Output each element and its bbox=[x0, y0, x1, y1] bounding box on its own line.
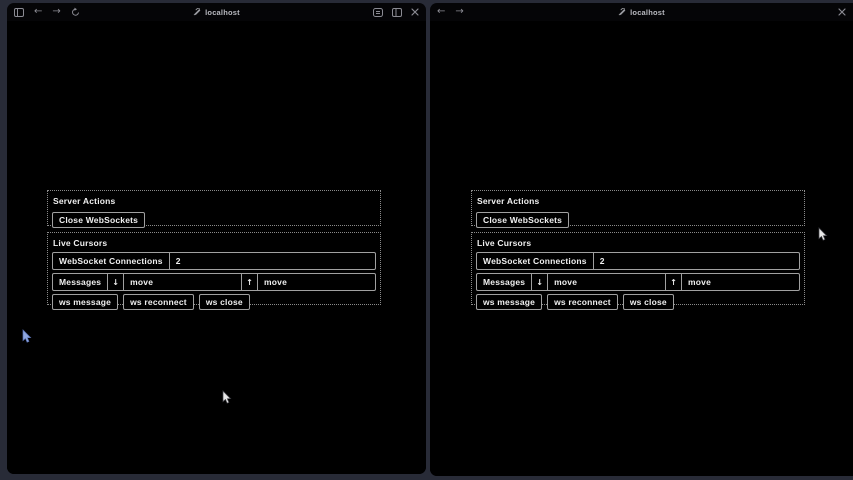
toolbar-left-group: ← → bbox=[14, 7, 80, 17]
close-icon[interactable] bbox=[411, 8, 419, 16]
incoming-message-value: move bbox=[681, 274, 799, 290]
split-view-icon[interactable] bbox=[392, 8, 402, 17]
messages-row: Messages ↓ move ↑ move bbox=[52, 273, 376, 291]
server-actions-title: Server Actions bbox=[477, 196, 800, 206]
outgoing-message-value: move bbox=[547, 274, 665, 290]
live-cursors-title: Live Cursors bbox=[477, 238, 800, 248]
server-actions-panel: Server Actions Close WebSockets bbox=[471, 190, 805, 226]
page-content: Server Actions Close WebSockets Live Cur… bbox=[430, 21, 853, 476]
outgoing-arrow-icon: ↓ bbox=[107, 274, 123, 290]
ws-reconnect-button[interactable]: ws reconnect bbox=[547, 294, 618, 310]
connections-row: WebSocket Connections 2 bbox=[476, 252, 800, 270]
reader-icon[interactable] bbox=[373, 8, 383, 17]
ws-message-button[interactable]: ws message bbox=[52, 294, 118, 310]
messages-label: Messages bbox=[477, 274, 531, 290]
toolbar-right-group bbox=[373, 8, 419, 17]
desktop: ← → localhost bbox=[0, 0, 853, 480]
messages-row: Messages ↓ move ↑ move bbox=[476, 273, 800, 291]
browser-window-right: ← → localhost Server Actions Close WebSo… bbox=[430, 3, 853, 476]
incoming-arrow-icon: ↑ bbox=[665, 274, 681, 290]
close-icon[interactable] bbox=[838, 8, 846, 16]
connections-row: WebSocket Connections 2 bbox=[52, 252, 376, 270]
close-websockets-button[interactable]: Close WebSockets bbox=[52, 212, 145, 228]
ws-close-button[interactable]: ws close bbox=[623, 294, 674, 310]
server-actions-title: Server Actions bbox=[53, 196, 376, 206]
outgoing-message-value: move bbox=[123, 274, 241, 290]
messages-label: Messages bbox=[53, 274, 107, 290]
forward-icon[interactable]: → bbox=[455, 7, 463, 17]
url-text: localhost bbox=[630, 8, 665, 17]
ws-button-row: ws message ws reconnect ws close bbox=[476, 294, 800, 310]
page-content: Server Actions Close WebSockets Live Cur… bbox=[7, 21, 426, 474]
ws-message-button[interactable]: ws message bbox=[476, 294, 542, 310]
address-bar[interactable]: localhost bbox=[430, 3, 853, 21]
connections-value: 2 bbox=[593, 253, 799, 269]
link-icon bbox=[618, 8, 626, 16]
outgoing-arrow-icon: ↓ bbox=[531, 274, 547, 290]
browser-toolbar: ← → localhost bbox=[430, 3, 853, 21]
close-websockets-button[interactable]: Close WebSockets bbox=[476, 212, 569, 228]
forward-icon[interactable]: → bbox=[52, 7, 60, 17]
toolbar-left-group: ← → bbox=[437, 7, 464, 17]
connections-label: WebSocket Connections bbox=[477, 253, 593, 269]
ws-close-button[interactable]: ws close bbox=[199, 294, 250, 310]
url-text: localhost bbox=[205, 8, 240, 17]
link-icon bbox=[193, 8, 201, 16]
ws-button-row: ws message ws reconnect ws close bbox=[52, 294, 376, 310]
live-cursors-panel: Live Cursors WebSocket Connections 2 Mes… bbox=[471, 232, 805, 305]
reload-icon[interactable] bbox=[71, 7, 80, 17]
connections-value: 2 bbox=[169, 253, 375, 269]
back-icon[interactable]: ← bbox=[437, 7, 445, 17]
sidebar-toggle-icon[interactable] bbox=[14, 8, 24, 17]
incoming-message-value: move bbox=[257, 274, 375, 290]
toolbar-right-group bbox=[838, 8, 846, 16]
server-actions-panel: Server Actions Close WebSockets bbox=[47, 190, 381, 226]
ws-reconnect-button[interactable]: ws reconnect bbox=[123, 294, 194, 310]
browser-window-left: ← → localhost bbox=[7, 3, 426, 474]
live-cursors-title: Live Cursors bbox=[53, 238, 376, 248]
incoming-arrow-icon: ↑ bbox=[241, 274, 257, 290]
live-cursors-panel: Live Cursors WebSocket Connections 2 Mes… bbox=[47, 232, 381, 305]
browser-toolbar: ← → localhost bbox=[7, 3, 426, 21]
connections-label: WebSocket Connections bbox=[53, 253, 169, 269]
back-icon[interactable]: ← bbox=[34, 7, 42, 17]
